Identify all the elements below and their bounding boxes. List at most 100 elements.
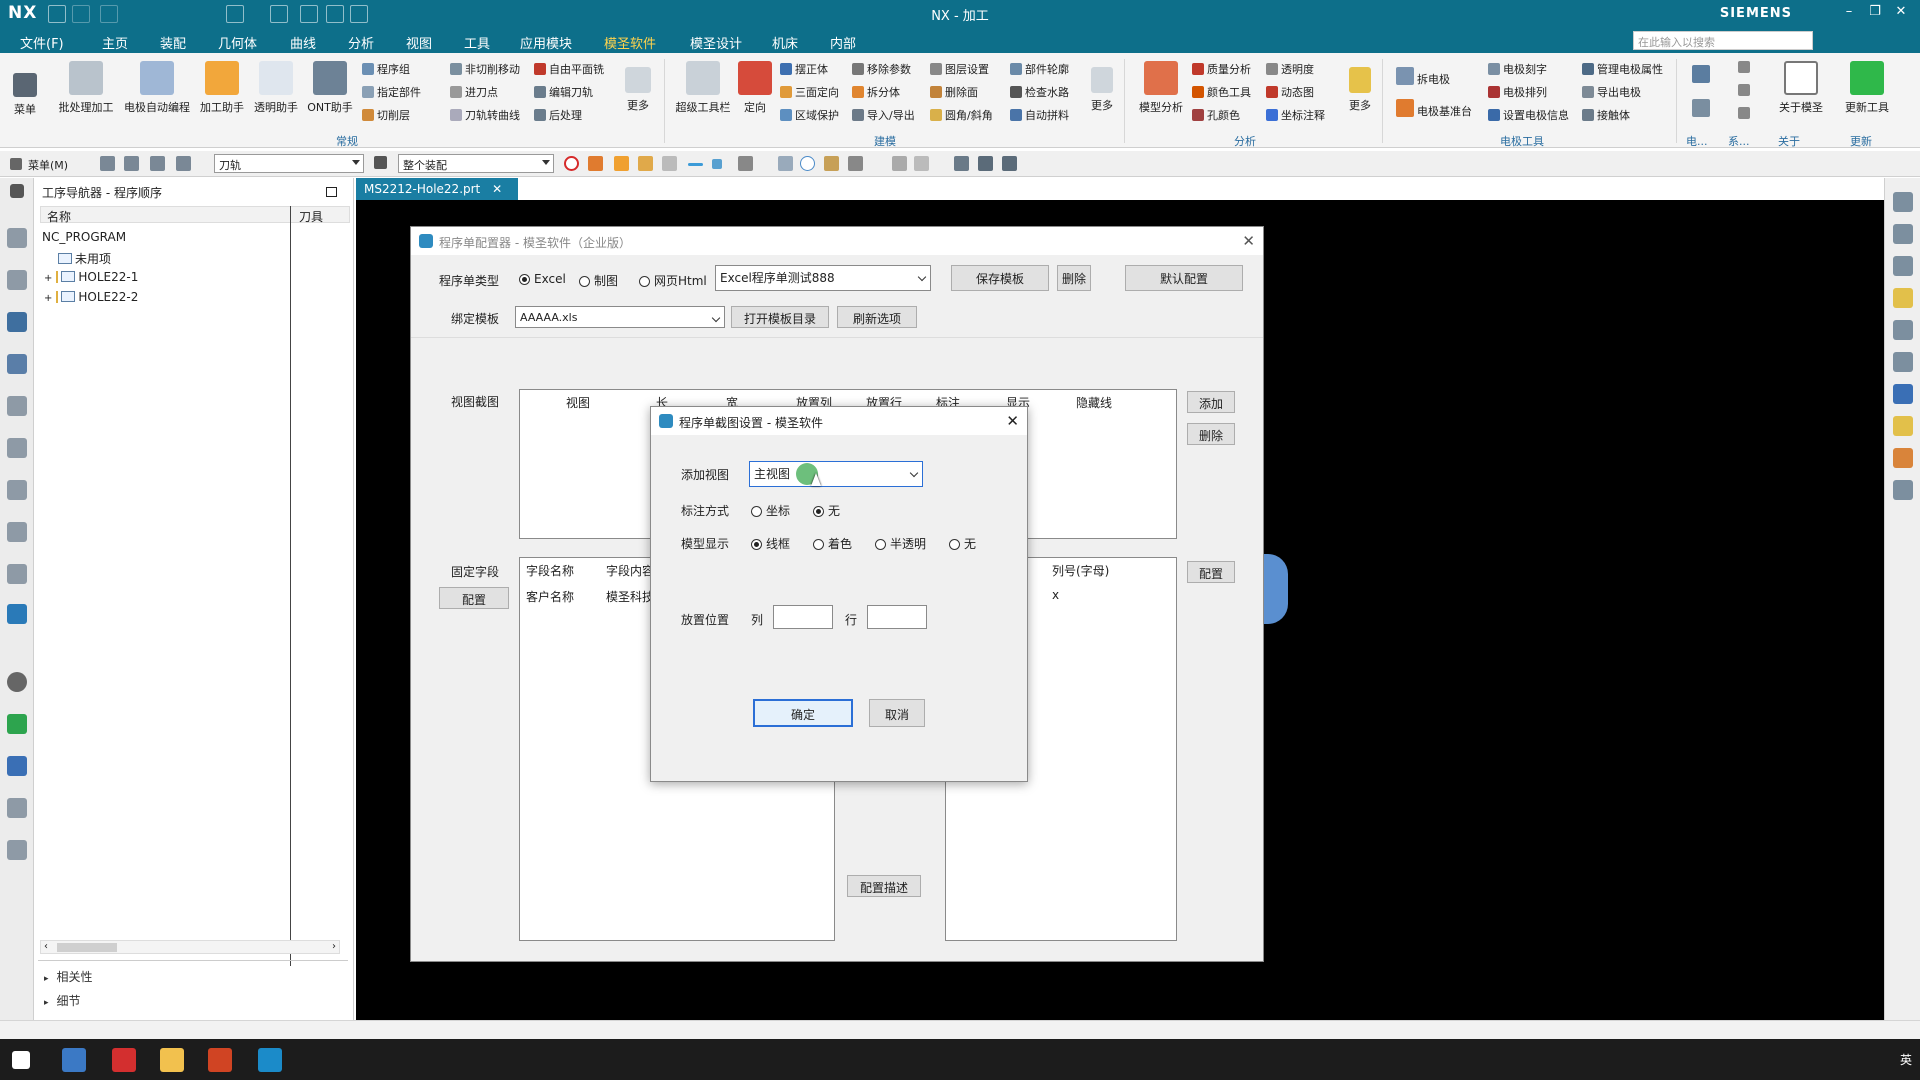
expand-icon[interactable]: + bbox=[44, 293, 52, 304]
column-config-button[interactable]: 配置 bbox=[1187, 561, 1235, 583]
toolbar-icon[interactable] bbox=[176, 156, 191, 171]
right-tool-icon[interactable] bbox=[1893, 480, 1913, 500]
filter-icon[interactable] bbox=[374, 156, 387, 169]
eye-icon[interactable] bbox=[978, 156, 993, 171]
display-radio-wireframe[interactable]: 线框 bbox=[751, 535, 790, 552]
right-tool-icon[interactable] bbox=[1893, 352, 1913, 372]
assembly-navigator-icon[interactable] bbox=[7, 270, 27, 290]
color-tool-button[interactable]: 颜色工具 bbox=[1192, 84, 1251, 100]
three-face-orient-button[interactable]: 三面定向 bbox=[780, 84, 839, 100]
history-icon[interactable] bbox=[7, 672, 27, 692]
straighten-body-button[interactable]: 摆正体 bbox=[780, 61, 828, 77]
right-tool-icon[interactable] bbox=[1893, 192, 1913, 212]
toolbar-icon[interactable] bbox=[100, 156, 115, 171]
region-protect-button[interactable]: 区域保护 bbox=[780, 107, 839, 123]
tab-applications[interactable]: 应用模块 bbox=[520, 33, 572, 52]
view-icon[interactable] bbox=[892, 156, 907, 171]
check-waterline-button[interactable]: 检查水路 bbox=[1010, 84, 1069, 100]
column-name[interactable]: 名称 bbox=[47, 208, 71, 225]
about-mosheng-button[interactable]: 关于模圣 bbox=[1770, 61, 1832, 115]
scroll-right-icon[interactable]: › bbox=[332, 941, 336, 952]
transparency-button[interactable]: 透明度 bbox=[1266, 61, 1314, 77]
bind-template-dropdown[interactable]: AAAAA.xls bbox=[515, 306, 725, 328]
star-icon[interactable] bbox=[1893, 416, 1913, 436]
palette-icon[interactable] bbox=[7, 840, 27, 860]
view-icon[interactable] bbox=[914, 156, 929, 171]
tab-tools[interactable]: 工具 bbox=[464, 33, 490, 52]
mosheng-taskbar-icon[interactable] bbox=[258, 1048, 282, 1072]
lock-button[interactable] bbox=[1738, 107, 1753, 120]
set-electrode-info-button[interactable]: 设置电极信息 bbox=[1488, 107, 1569, 123]
close-tab-icon[interactable]: ✕ bbox=[492, 182, 502, 196]
system-button-1[interactable] bbox=[1738, 61, 1753, 74]
snap-icon[interactable] bbox=[738, 156, 753, 171]
coord-annotation-button[interactable]: 坐标注释 bbox=[1266, 107, 1325, 123]
split-electrode-button[interactable]: 拆电极 bbox=[1396, 67, 1450, 87]
command-search-input[interactable]: 在此输入以搜索 bbox=[1633, 31, 1813, 50]
view-col-header[interactable]: 视图 bbox=[566, 394, 590, 411]
delete-face-button[interactable]: 删除面 bbox=[930, 84, 978, 100]
solid-body-icon[interactable] bbox=[588, 156, 603, 171]
column-input[interactable] bbox=[773, 605, 833, 629]
maximize-panel-icon[interactable] bbox=[326, 187, 337, 197]
operation-navigator-icon[interactable] bbox=[7, 312, 27, 332]
system-button-2[interactable] bbox=[1738, 84, 1753, 97]
section-details[interactable]: ▸ 细节 bbox=[44, 992, 81, 1009]
field-name-cell[interactable]: 客户名称 bbox=[526, 588, 574, 605]
tool-palette-icon[interactable] bbox=[7, 798, 27, 818]
star-icon[interactable] bbox=[1893, 288, 1913, 308]
machine-navigator-icon[interactable] bbox=[7, 354, 27, 374]
more-analysis-button[interactable]: 更多 bbox=[1340, 61, 1380, 113]
dynamic-view-button[interactable]: 动态图 bbox=[1266, 84, 1314, 100]
snap-icon[interactable] bbox=[778, 156, 793, 171]
save-template-button[interactable]: 保存模板 bbox=[951, 265, 1049, 291]
display-radio-translucent[interactable]: 半透明 bbox=[875, 535, 926, 552]
tab-geometry[interactable]: 几何体 bbox=[218, 33, 257, 52]
field-content-header[interactable]: 字段内容 bbox=[606, 562, 654, 579]
toolbar-icon[interactable] bbox=[150, 156, 165, 171]
windows-start-icon[interactable] bbox=[12, 1051, 30, 1069]
electrode-extra-button-1[interactable] bbox=[1692, 65, 1713, 84]
tab-curve[interactable]: 曲线 bbox=[290, 33, 316, 52]
right-tool-icon[interactable] bbox=[1893, 224, 1913, 244]
face-icon[interactable] bbox=[614, 156, 629, 171]
tab-analysis[interactable]: 分析 bbox=[348, 33, 374, 52]
minimize-button[interactable]: – bbox=[1838, 4, 1860, 22]
snap-icon[interactable] bbox=[848, 156, 863, 171]
tab-machine[interactable]: 机床 bbox=[772, 33, 798, 52]
close-button[interactable]: ✕ bbox=[1890, 4, 1912, 22]
specify-part-button[interactable]: 指定部件 bbox=[362, 84, 421, 100]
electrode-auto-program-button[interactable]: 电极自动编程 bbox=[122, 61, 192, 115]
auto-stock-button[interactable]: 自动拼料 bbox=[1010, 107, 1069, 123]
scrollbar-thumb[interactable] bbox=[57, 943, 117, 952]
type-radio-html[interactable]: 网页Html bbox=[639, 272, 707, 289]
hidden-line-col-header[interactable]: 隐藏线 bbox=[1076, 394, 1112, 411]
display-radio-shaded[interactable]: 着色 bbox=[813, 535, 852, 552]
cut-level-button[interactable]: 切削层 bbox=[362, 107, 410, 123]
non-cutting-move-button[interactable]: 非切削移动 bbox=[450, 61, 520, 77]
close-icon[interactable]: ✕ bbox=[1242, 232, 1255, 250]
add-view-dropdown[interactable]: 主视图 bbox=[749, 461, 923, 487]
part-outline-button[interactable]: 部件轮廓 bbox=[1010, 61, 1069, 77]
model-analysis-button[interactable]: 模型分析 bbox=[1128, 61, 1194, 115]
process-icon[interactable] bbox=[7, 564, 27, 584]
machining-assistant-button[interactable]: 加工助手 bbox=[192, 61, 252, 115]
tab-mosheng-design[interactable]: 模圣设计 bbox=[690, 33, 742, 52]
nx-taskbar-icon[interactable] bbox=[112, 1048, 136, 1072]
template-name-dropdown[interactable]: Excel程序单测试888 bbox=[715, 265, 931, 291]
tab-internal[interactable]: 内部 bbox=[830, 33, 856, 52]
maximize-button[interactable]: ❐ bbox=[1864, 4, 1886, 22]
right-tool-icon[interactable] bbox=[1893, 384, 1913, 404]
gear-icon[interactable] bbox=[10, 184, 24, 198]
feature-navigator-icon[interactable] bbox=[7, 438, 27, 458]
post-process-button[interactable]: 后处理 bbox=[534, 107, 582, 123]
role-icon[interactable] bbox=[7, 714, 27, 734]
right-tool-icon[interactable] bbox=[1893, 320, 1913, 340]
more-general-button[interactable]: 更多 bbox=[616, 61, 660, 113]
add-view-button[interactable]: 添加 bbox=[1187, 391, 1235, 413]
row-input[interactable] bbox=[867, 605, 927, 629]
file-explorer-icon[interactable] bbox=[160, 1048, 184, 1072]
layer-settings-button[interactable]: 图层设置 bbox=[930, 61, 989, 77]
split-body-button[interactable]: 拆分体 bbox=[852, 84, 900, 100]
tab-view[interactable]: 视图 bbox=[406, 33, 432, 52]
